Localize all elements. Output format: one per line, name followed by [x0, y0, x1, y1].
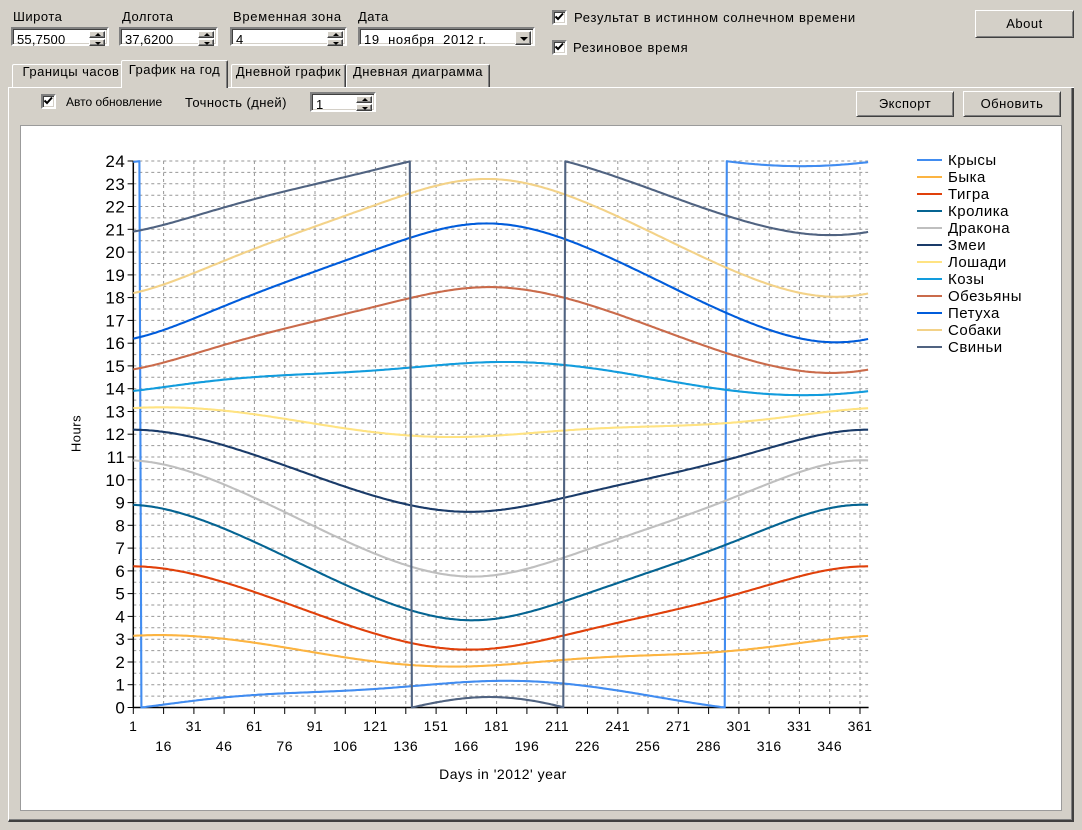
svg-text:211: 211 — [545, 718, 569, 734]
svg-text:20: 20 — [105, 243, 125, 262]
svg-text:271: 271 — [666, 718, 691, 734]
svg-text:12: 12 — [105, 425, 125, 444]
svg-text:17: 17 — [105, 311, 125, 330]
svg-text:14: 14 — [105, 380, 125, 399]
svg-text:106: 106 — [333, 738, 358, 754]
svg-text:15: 15 — [105, 357, 125, 376]
svg-text:19: 19 — [105, 266, 125, 285]
svg-text:Змеи: Змеи — [948, 237, 986, 254]
svg-text:21: 21 — [105, 220, 125, 239]
svg-text:181: 181 — [484, 718, 509, 734]
svg-text:7: 7 — [115, 539, 125, 558]
svg-text:346: 346 — [817, 738, 842, 754]
svg-text:0: 0 — [115, 699, 125, 718]
svg-text:31: 31 — [186, 718, 203, 734]
svg-text:6: 6 — [115, 562, 125, 581]
svg-text:11: 11 — [107, 448, 126, 467]
svg-text:9: 9 — [115, 494, 125, 513]
svg-text:196: 196 — [514, 738, 539, 754]
svg-text:226: 226 — [575, 738, 600, 754]
svg-text:23: 23 — [105, 175, 125, 194]
svg-text:18: 18 — [105, 289, 125, 308]
svg-text:1: 1 — [115, 676, 125, 695]
svg-text:151: 151 — [424, 718, 449, 734]
svg-text:Собаки: Собаки — [948, 322, 1002, 339]
svg-text:Крысы: Крысы — [948, 152, 997, 169]
svg-text:166: 166 — [454, 738, 479, 754]
svg-text:24: 24 — [105, 152, 125, 171]
svg-text:241: 241 — [605, 718, 630, 734]
svg-text:286: 286 — [696, 738, 721, 754]
svg-text:Тигра: Тигра — [948, 186, 990, 203]
svg-text:4: 4 — [115, 607, 125, 626]
svg-text:Козы: Козы — [948, 271, 985, 288]
svg-text:16: 16 — [155, 738, 172, 754]
svg-text:361: 361 — [848, 718, 873, 734]
svg-text:121: 121 — [363, 718, 388, 734]
svg-text:13: 13 — [105, 403, 125, 422]
svg-text:Свиньи: Свиньи — [948, 339, 1003, 356]
svg-text:8: 8 — [115, 516, 125, 535]
svg-text:1: 1 — [129, 718, 137, 734]
svg-text:Дракона: Дракона — [948, 220, 1010, 237]
svg-text:2: 2 — [115, 653, 125, 672]
svg-text:5: 5 — [115, 585, 125, 604]
svg-text:256: 256 — [636, 738, 661, 754]
svg-text:331: 331 — [787, 718, 812, 734]
svg-text:Быка: Быка — [948, 169, 986, 186]
svg-text:16: 16 — [105, 334, 125, 353]
svg-text:3: 3 — [115, 630, 125, 649]
svg-text:Петуха: Петуха — [948, 305, 1000, 322]
svg-text:Кролика: Кролика — [948, 203, 1009, 220]
svg-text:Обезьяны: Обезьяны — [948, 288, 1022, 305]
svg-text:46: 46 — [216, 738, 233, 754]
svg-text:316: 316 — [757, 738, 782, 754]
svg-text:61: 61 — [246, 718, 263, 734]
svg-text:Лошади: Лошади — [948, 254, 1007, 271]
svg-text:76: 76 — [276, 738, 293, 754]
svg-text:10: 10 — [105, 471, 125, 490]
svg-text:22: 22 — [105, 198, 125, 217]
svg-text:Days in '2012' year: Days in '2012' year — [439, 766, 567, 782]
svg-text:301: 301 — [726, 718, 751, 734]
svg-text:136: 136 — [393, 738, 418, 754]
svg-text:91: 91 — [307, 718, 324, 734]
svg-text:Hours: Hours — [69, 415, 84, 452]
